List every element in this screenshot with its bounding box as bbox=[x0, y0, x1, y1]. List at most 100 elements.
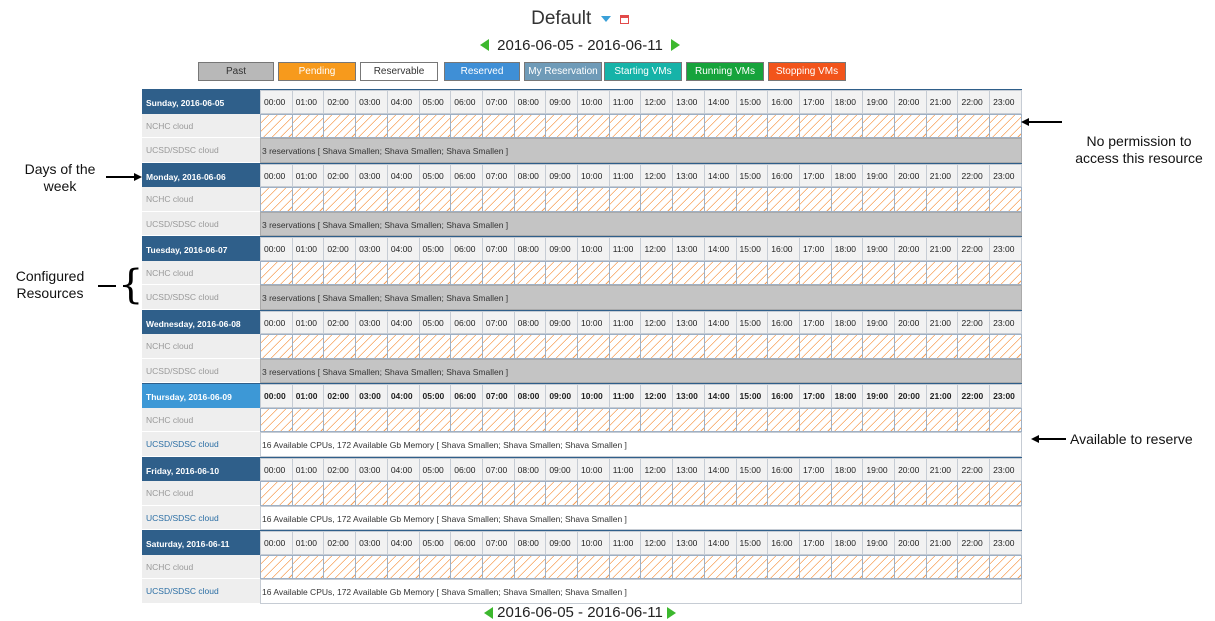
hour-header-cell: 01:00 bbox=[292, 310, 325, 334]
no-permission-slot bbox=[546, 187, 579, 212]
available-slot[interactable]: 16 Available CPUs, 172 Available Gb Memo… bbox=[260, 579, 1022, 604]
hour-header-cell: 02:00 bbox=[324, 384, 357, 408]
hour-header-cell: 01:00 bbox=[292, 384, 325, 408]
hour-header-cell: 19:00 bbox=[863, 237, 896, 261]
resource-row: NCHC cloud bbox=[142, 334, 1022, 359]
hour-header-cell: 15:00 bbox=[736, 237, 769, 261]
no-permission-slot bbox=[736, 334, 769, 359]
hour-header-cell: 05:00 bbox=[419, 237, 452, 261]
reservation-slot[interactable]: 3 reservations [ Shava Smallen; Shava Sm… bbox=[260, 211, 1022, 236]
previous-week-arrow-icon[interactable] bbox=[479, 39, 489, 52]
available-slot[interactable]: 16 Available CPUs, 172 Available Gb Memo… bbox=[260, 432, 1022, 457]
hour-header-cell: 12:00 bbox=[641, 531, 674, 555]
hour-header-cell: 00:00 bbox=[260, 163, 293, 187]
no-permission-slot bbox=[831, 334, 864, 359]
resource-label: NCHC cloud bbox=[142, 113, 260, 138]
hour-header-cell: 12:00 bbox=[641, 310, 674, 334]
legend-item: Reservable bbox=[360, 62, 438, 81]
next-week-arrow-icon[interactable] bbox=[667, 607, 677, 620]
legend-item: Starting VMs bbox=[604, 62, 682, 81]
no-permission-slot bbox=[609, 113, 642, 138]
resource-row: UCSD/SDSC cloud 16 Available CPUs, 172 Av… bbox=[142, 505, 1022, 530]
week-range-label: 2016-06-05 - 2016-06-11 bbox=[497, 36, 663, 54]
day-label[interactable]: Friday, 2016-06-10 bbox=[142, 457, 260, 481]
no-permission-slot bbox=[387, 113, 420, 138]
no-permission-slot bbox=[546, 407, 579, 432]
reservation-slot[interactable]: 3 reservations [ Shava Smallen; Shava Sm… bbox=[260, 285, 1022, 310]
hour-header-cell: 08:00 bbox=[514, 384, 547, 408]
day-label[interactable]: Wednesday, 2016-06-08 bbox=[142, 310, 260, 334]
hour-header-cell: 05:00 bbox=[419, 384, 452, 408]
hour-header-cell: 21:00 bbox=[926, 90, 959, 114]
resource-row: UCSD/SDSC cloud 3 reservations [ Shava Sm… bbox=[142, 285, 1022, 310]
hour-header-cell: 13:00 bbox=[673, 457, 705, 481]
no-permission-slot bbox=[799, 260, 832, 285]
curly-brace-icon: { bbox=[118, 262, 144, 308]
hour-header-cell: 09:00 bbox=[546, 163, 579, 187]
no-permission-slot bbox=[514, 187, 547, 212]
resource-label[interactable]: UCSD/SDSC cloud bbox=[142, 579, 260, 604]
no-permission-slot bbox=[419, 407, 452, 432]
hour-header-cell: 02:00 bbox=[324, 163, 357, 187]
hour-header-cell: 21:00 bbox=[926, 310, 959, 334]
no-permission-slot bbox=[260, 187, 293, 212]
previous-week-arrow-icon[interactable] bbox=[483, 607, 493, 620]
hour-header-cell: 06:00 bbox=[451, 310, 483, 334]
no-permission-slot bbox=[324, 187, 357, 212]
day-header-row: Wednesday, 2016-06-08 00:00 01:00 02:00 03:0… bbox=[142, 309, 1022, 334]
no-permission-slot bbox=[292, 407, 325, 432]
no-permission-slot bbox=[609, 554, 642, 579]
available-slot[interactable]: 16 Available CPUs, 172 Available Gb Memo… bbox=[260, 505, 1022, 530]
hour-header-cell: 04:00 bbox=[387, 310, 420, 334]
day-label[interactable]: Thursday, 2016-06-09 bbox=[142, 384, 260, 408]
hour-header-cell: 16:00 bbox=[768, 237, 800, 261]
no-permission-slot bbox=[641, 407, 674, 432]
hour-header-cell: 17:00 bbox=[799, 163, 832, 187]
hour-header-cell: 11:00 bbox=[609, 237, 642, 261]
calendar-title-bar: Default bbox=[0, 8, 1160, 30]
hour-header-cell: 23:00 bbox=[990, 457, 1022, 481]
no-permission-slot bbox=[609, 260, 642, 285]
resource-label: NCHC cloud bbox=[142, 407, 260, 432]
no-permission-slot bbox=[641, 260, 674, 285]
calendar-icon[interactable] bbox=[619, 14, 629, 24]
no-permission-slot bbox=[387, 407, 420, 432]
week-navigation-footer: 2016-06-05 - 2016-06-11 bbox=[0, 604, 1160, 621]
hour-header-cell: 18:00 bbox=[831, 237, 864, 261]
hour-header-cell: 11:00 bbox=[609, 457, 642, 481]
hour-header-cell: 12:00 bbox=[641, 457, 674, 481]
hour-header-cell: 13:00 bbox=[673, 90, 705, 114]
no-permission-slot bbox=[926, 260, 959, 285]
next-week-arrow-icon[interactable] bbox=[671, 39, 681, 52]
no-permission-slot bbox=[292, 481, 325, 506]
resource-row: NCHC cloud bbox=[142, 554, 1022, 579]
reservation-slot[interactable]: 3 reservations [ Shava Smallen; Shava Sm… bbox=[260, 138, 1022, 163]
no-permission-slot bbox=[419, 260, 452, 285]
no-permission-slot bbox=[768, 407, 800, 432]
no-permission-slot bbox=[895, 554, 927, 579]
dropdown-caret-icon[interactable] bbox=[600, 16, 611, 22]
resource-label[interactable]: UCSD/SDSC cloud bbox=[142, 432, 260, 457]
resource-row: NCHC cloud bbox=[142, 187, 1022, 212]
no-permission-slot bbox=[926, 334, 959, 359]
day-label[interactable]: Sunday, 2016-06-05 bbox=[142, 90, 260, 114]
legend-item: Past bbox=[198, 62, 274, 81]
reservation-slot[interactable]: 3 reservations [ Shava Smallen; Shava Sm… bbox=[260, 358, 1022, 383]
hour-header-cell: 15:00 bbox=[736, 163, 769, 187]
resource-label: NCHC cloud bbox=[142, 554, 260, 579]
day-label[interactable]: Tuesday, 2016-06-07 bbox=[142, 237, 260, 261]
day-label[interactable]: Monday, 2016-06-06 bbox=[142, 163, 260, 187]
no-permission-slot bbox=[673, 113, 705, 138]
hour-header-cell: 17:00 bbox=[799, 90, 832, 114]
hour-header-cell: 14:00 bbox=[704, 384, 737, 408]
hour-header-cell: 01:00 bbox=[292, 90, 325, 114]
hour-header-cell: 23:00 bbox=[990, 237, 1022, 261]
hour-header-cell: 19:00 bbox=[863, 457, 896, 481]
resource-label[interactable]: UCSD/SDSC cloud bbox=[142, 505, 260, 530]
hour-header-cell: 22:00 bbox=[958, 384, 991, 408]
no-permission-slot bbox=[831, 481, 864, 506]
week-navigation: 2016-06-05 - 2016-06-11 bbox=[0, 36, 1160, 54]
day-label[interactable]: Saturday, 2016-06-11 bbox=[142, 531, 260, 555]
hour-header-cell: 16:00 bbox=[768, 457, 800, 481]
no-permission-slot bbox=[387, 554, 420, 579]
